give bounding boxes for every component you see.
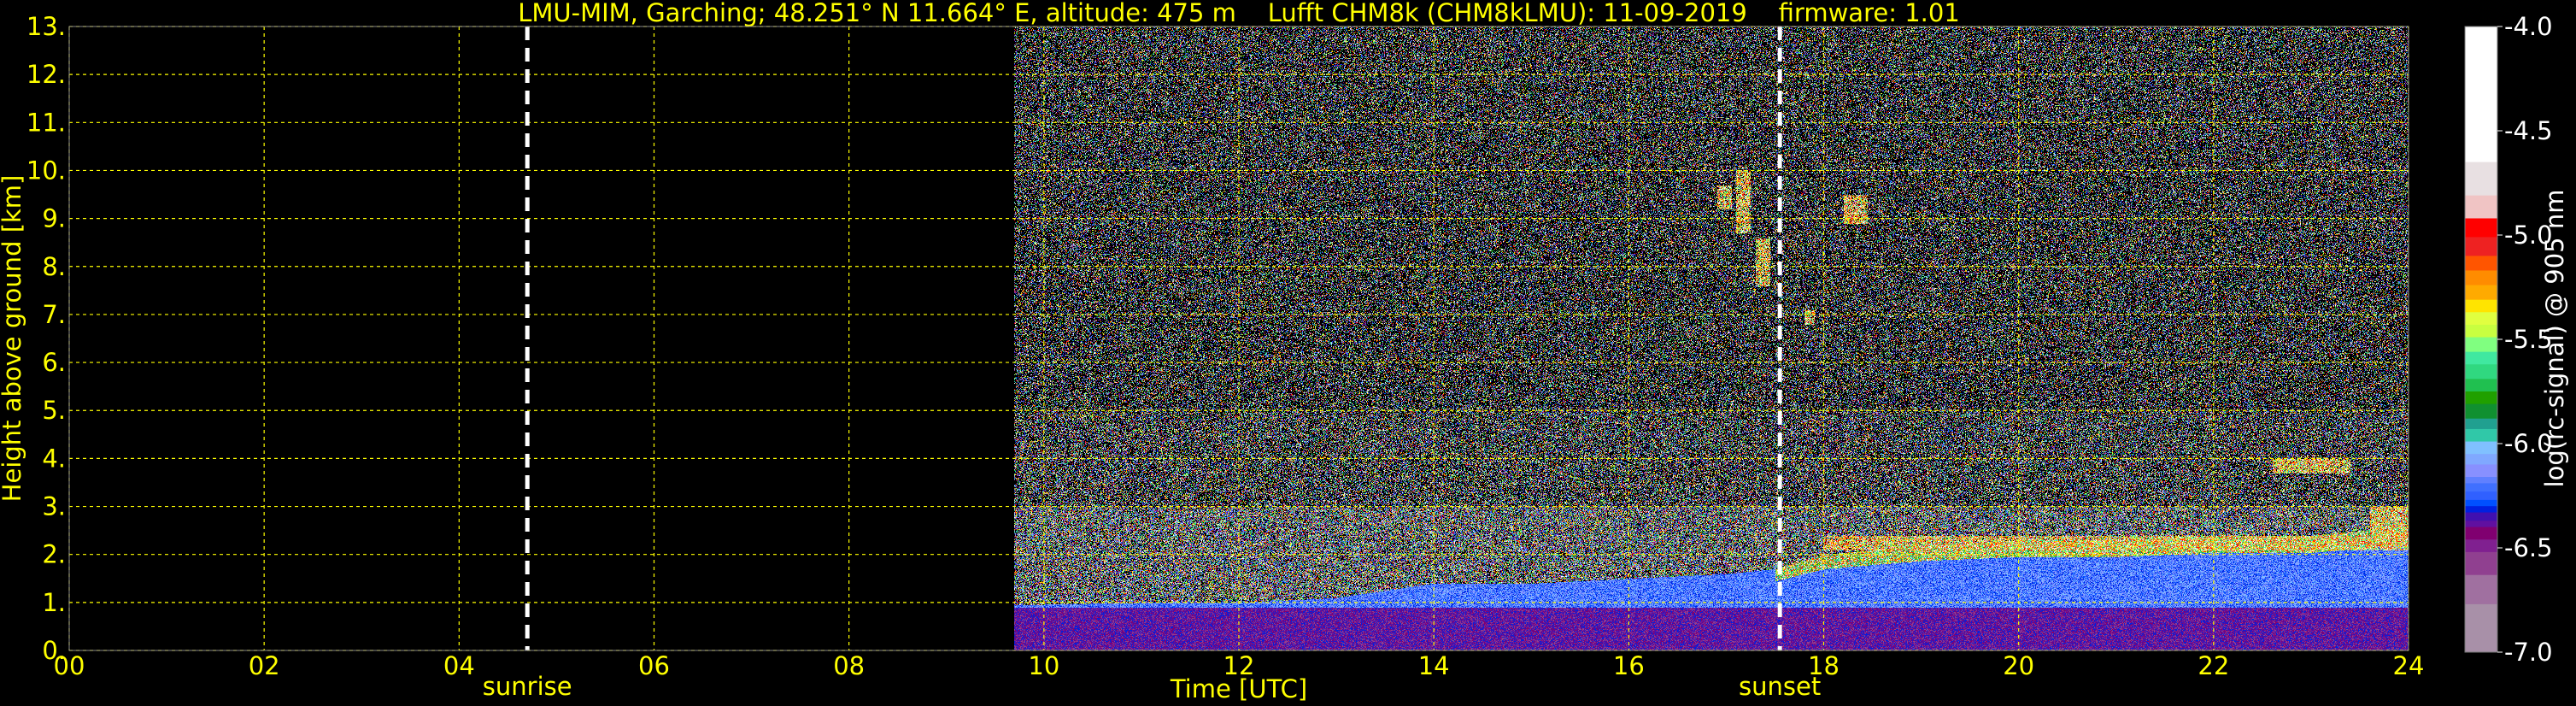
- colorbar-level: [2465, 338, 2497, 353]
- x-tick-label: 16: [1613, 651, 1645, 680]
- plot-frame: [69, 26, 2409, 650]
- colorbar-level: [2465, 196, 2497, 219]
- colorbar-level: [2465, 364, 2497, 379]
- colorbar-level: [2465, 506, 2497, 513]
- x-tick-label: 02: [249, 651, 280, 680]
- x-tick-label: 22: [2198, 651, 2229, 680]
- colorbar-level: [2465, 312, 2497, 325]
- y-tick-label: 3.: [42, 492, 66, 521]
- colorbar-level: [2465, 464, 2497, 477]
- y-tick-label: 6.: [42, 348, 66, 377]
- sunrise-label: sunrise: [483, 672, 572, 701]
- colorbar-level: [2465, 256, 2497, 271]
- y-tick-label: 9.: [42, 204, 66, 233]
- colorbar-level: [2465, 391, 2497, 404]
- y-tick-label: 0.: [42, 636, 66, 665]
- colorbar-level: [2465, 285, 2497, 301]
- y-tick-label: 7.: [42, 300, 66, 329]
- y-tick-label: 2.: [42, 540, 66, 569]
- colorbar-level: [2465, 454, 2497, 465]
- y-tick-label: 5.: [42, 396, 66, 425]
- y-tick-label: 8.: [42, 252, 66, 281]
- colorbar-level: [2465, 513, 2497, 521]
- colorbar-level: [2465, 575, 2497, 605]
- colorbar-level: [2465, 270, 2497, 285]
- ceilometer-chart: LMU-MIM, Garching; 48.251° N 11.664° E, …: [0, 0, 2576, 706]
- colorbar-level: [2465, 442, 2497, 455]
- y-tick-label: 1.: [42, 588, 66, 617]
- colorbar-level: [2465, 26, 2497, 162]
- colorbar-tick-label: -7.0: [2504, 638, 2553, 667]
- y-axis-label: Height above ground [km]: [0, 175, 26, 503]
- x-tick-label: 10: [1028, 651, 1059, 680]
- colorbar-label: log(rc-signal) @ 905 nm: [2540, 190, 2569, 488]
- colorbar-level: [2465, 521, 2497, 527]
- colorbar-level: [2465, 491, 2497, 500]
- x-tick-label: 14: [1418, 651, 1450, 680]
- colorbar-level: [2465, 429, 2497, 442]
- y-tick-label: 13.: [26, 12, 66, 41]
- colorbar-tick-label: -4.5: [2504, 116, 2553, 145]
- colorbar-level: [2465, 483, 2497, 491]
- colorbar-level: [2465, 500, 2497, 507]
- colorbar-level: [2465, 162, 2497, 197]
- y-tick-label: 11.: [26, 108, 66, 137]
- colorbar-tick-label: -6.5: [2504, 533, 2553, 562]
- chart-title: LMU-MIM, Garching; 48.251° N 11.664° E, …: [518, 0, 1960, 27]
- x-tick-label: 20: [2003, 651, 2034, 680]
- colorbar-level: [2465, 237, 2497, 256]
- annotations: sunrise sunset: [483, 26, 1821, 701]
- colorbar-level: [2465, 352, 2497, 365]
- y-axis: 0. 1. 2. 3. 4. 5. 6. 7. 8. 9. 10. 11. 12. 13.: [26, 12, 66, 665]
- colorbar-level: [2465, 477, 2497, 484]
- colorbar-level: [2465, 552, 2497, 575]
- colorbar-level: [2465, 218, 2497, 237]
- colorbar-level: [2465, 539, 2497, 552]
- x-tick-label: 06: [638, 651, 670, 680]
- colorbar-level: [2465, 604, 2497, 653]
- colorbar-level: [2465, 527, 2497, 540]
- sunset-label: sunset: [1739, 672, 1821, 701]
- colorbar-tick-label: -4.0: [2504, 12, 2553, 41]
- colorbar-level: [2465, 404, 2497, 420]
- grid: [69, 26, 2409, 650]
- colorbar-level: [2465, 300, 2497, 313]
- colorbar-level: [2465, 379, 2497, 391]
- x-tick-label: 24: [2393, 651, 2425, 680]
- y-tick-label: 12.: [26, 60, 66, 89]
- x-tick-label: 04: [443, 651, 475, 680]
- y-tick-label: 10.: [26, 156, 66, 185]
- colorbar-level: [2465, 325, 2497, 338]
- colorbar-level: [2465, 419, 2497, 430]
- x-axis-label: Time [UTC]: [1170, 674, 1307, 703]
- y-tick-label: 4.: [42, 444, 66, 473]
- x-tick-label: 08: [833, 651, 865, 680]
